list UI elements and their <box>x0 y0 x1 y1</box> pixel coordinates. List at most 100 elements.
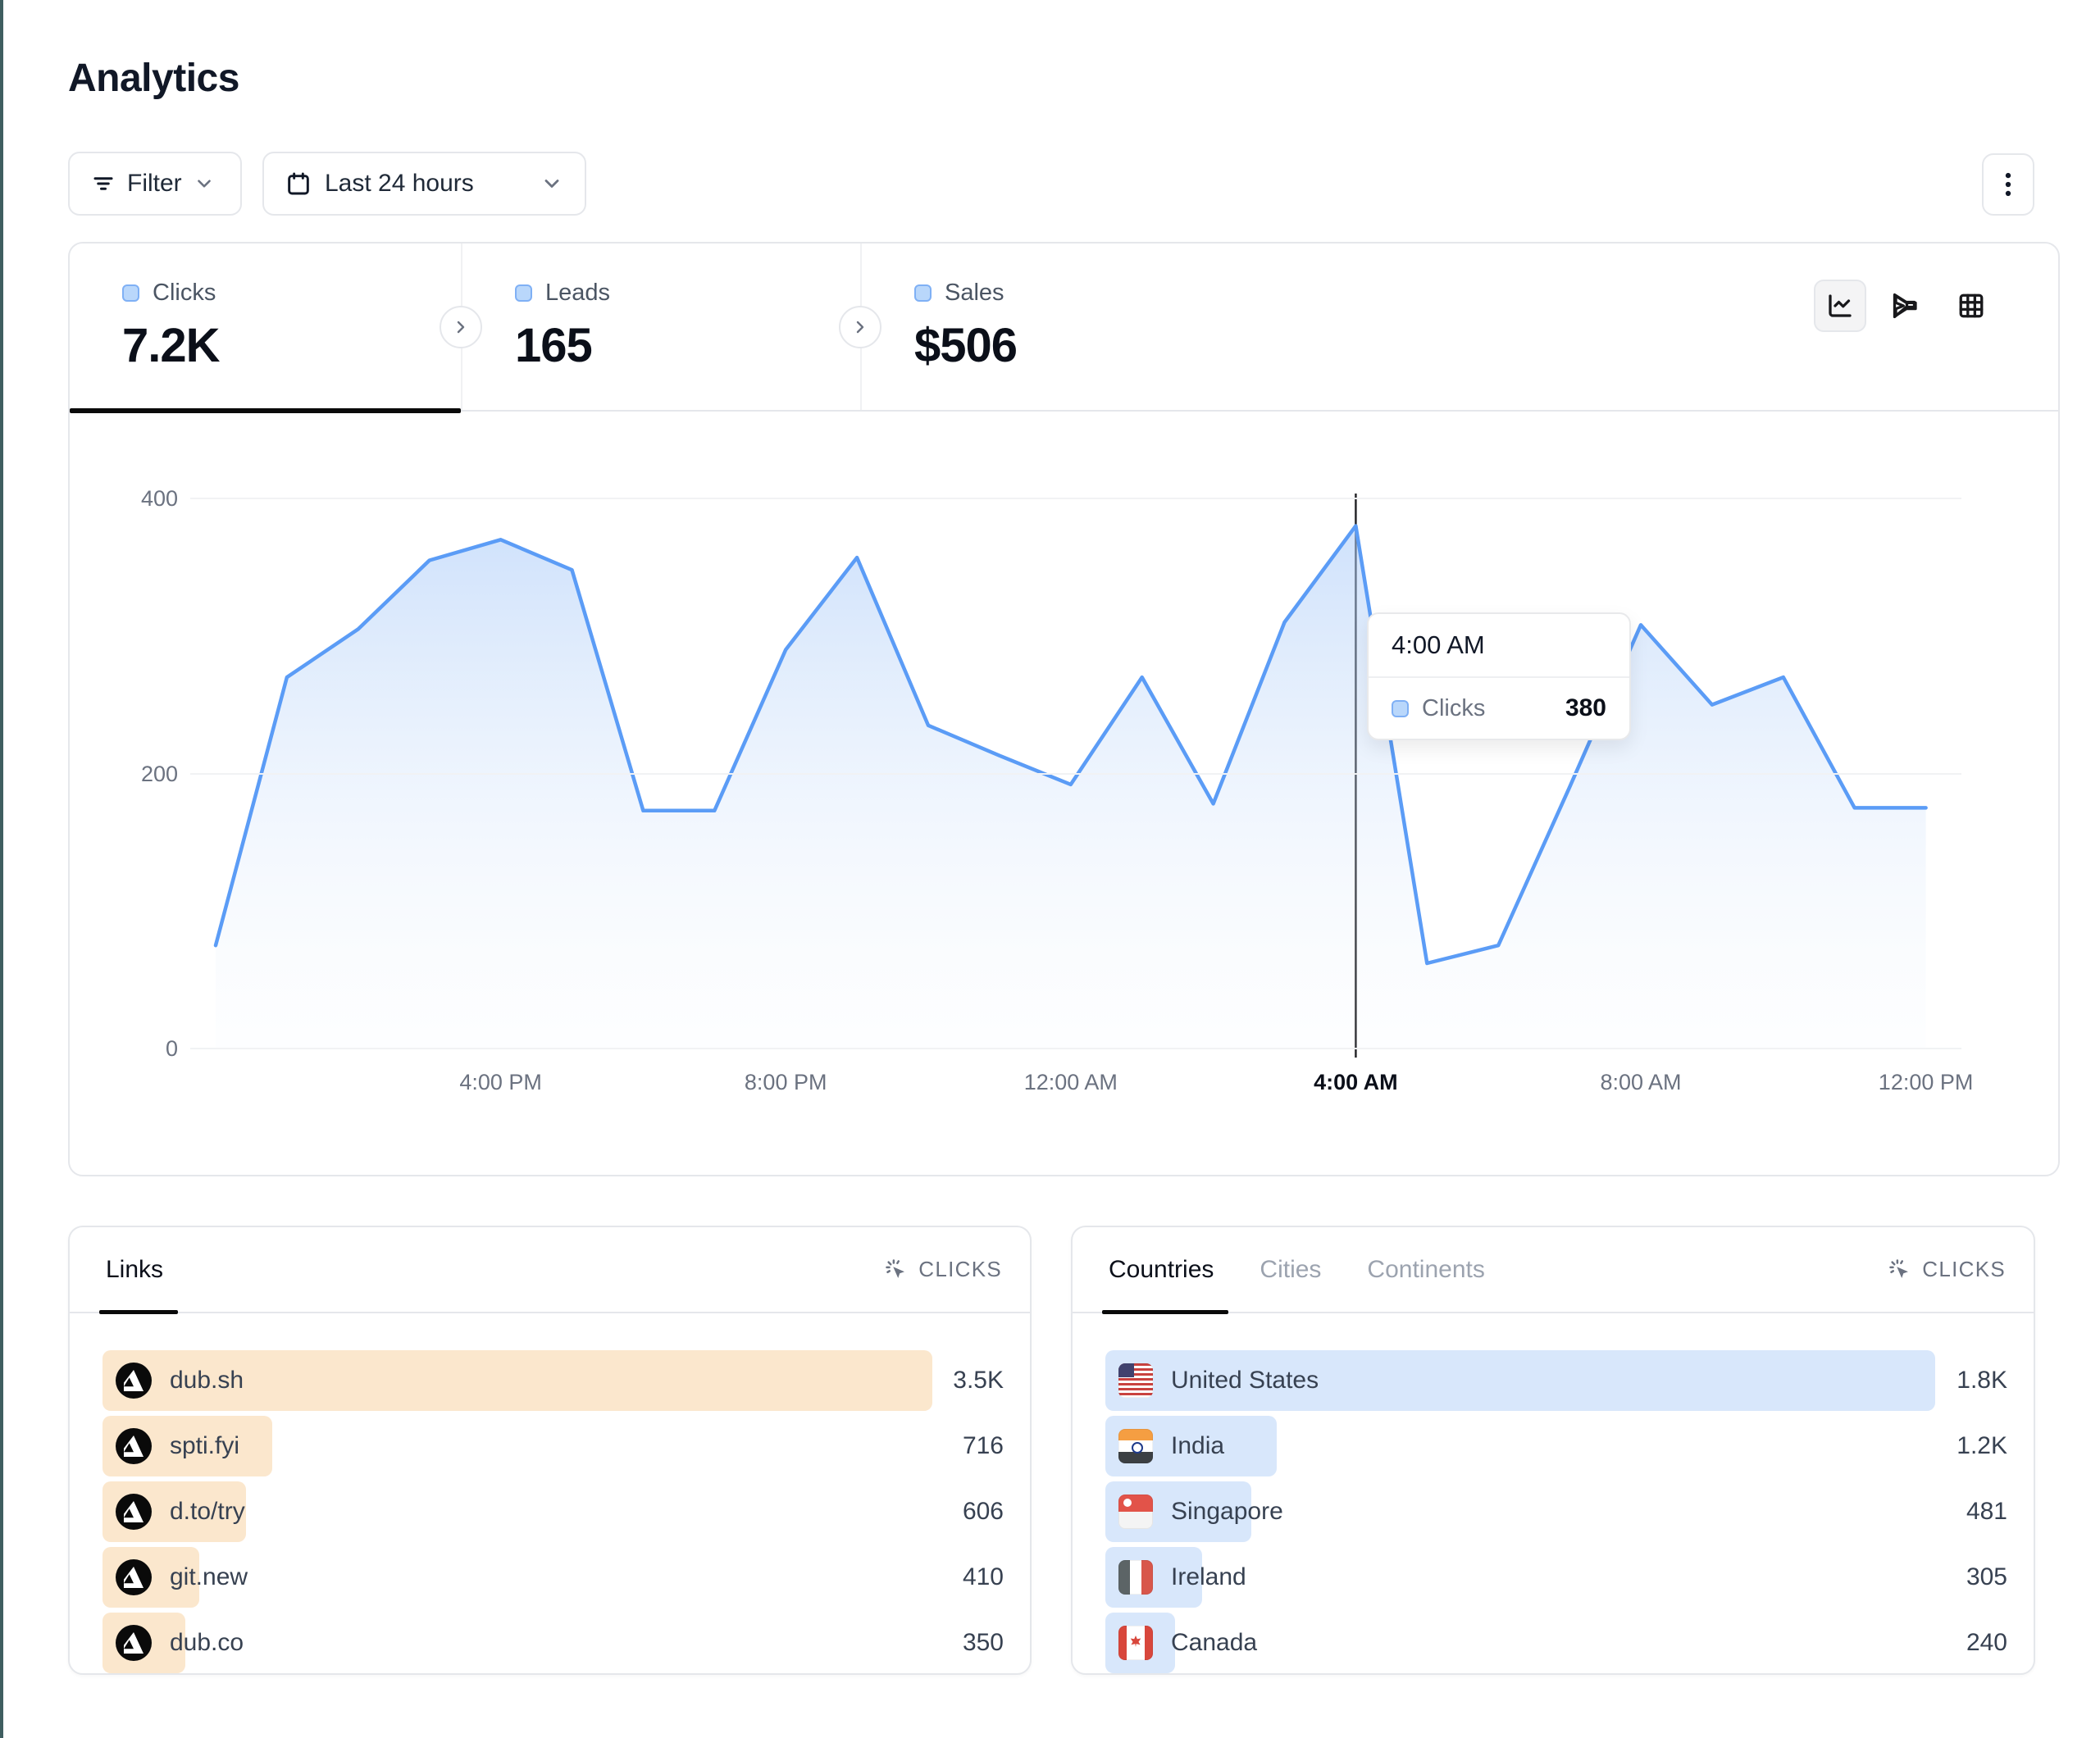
country-clicks-value: 305 <box>1966 1563 2007 1591</box>
link-label: git.new <box>170 1563 248 1591</box>
cursor-click-icon <box>884 1258 909 1282</box>
chevron-down-icon <box>194 173 215 194</box>
dub-favicon-icon <box>116 1625 152 1661</box>
tooltip-value: 380 <box>1565 694 1606 722</box>
tab-links[interactable]: Links <box>106 1227 163 1312</box>
kebab-menu-icon <box>1996 171 2020 198</box>
link-row-dub-sh[interactable]: dub.sh 3.5K <box>102 1350 1004 1411</box>
link-label: d.to/try <box>170 1498 245 1526</box>
country-label: Singapore <box>1171 1498 1283 1526</box>
line-chart-icon <box>1825 291 1855 321</box>
leads-legend-swatch-icon <box>515 284 532 302</box>
link-row-spti-fyi[interactable]: spti.fyi 716 <box>102 1416 1004 1476</box>
expand-clicks-chevron-button[interactable] <box>440 306 482 348</box>
countries-panel: Countries Cities Continents CLICKS Unite… <box>1071 1226 2035 1675</box>
table-view-button[interactable] <box>1945 280 1998 332</box>
line-chart-view-button[interactable] <box>1814 280 1866 332</box>
x-axis-label: 12:00 AM <box>1024 1070 1118 1095</box>
cursor-click-icon <box>1888 1258 1912 1282</box>
country-clicks-value: 1.8K <box>1957 1367 2007 1394</box>
countries-metric-label: CLICKS <box>1922 1257 2006 1282</box>
tab-cities[interactable]: Cities <box>1260 1227 1321 1312</box>
country-row-canada[interactable]: Canada 240 <box>1105 1613 2007 1673</box>
dub-favicon-icon <box>116 1428 152 1464</box>
tooltip-time: 4:00 AM <box>1369 614 1629 678</box>
y-axis-label: 400 <box>102 486 178 512</box>
gridline <box>190 498 1961 499</box>
x-axis-label: 8:00 AM <box>1600 1070 1681 1095</box>
tooltip-series-label: Clicks <box>1422 695 1552 722</box>
us-flag-icon <box>1118 1363 1153 1398</box>
link-row-dub-co[interactable]: dub.co 350 <box>102 1613 1004 1673</box>
x-axis-label: 4:00 PM <box>459 1070 542 1095</box>
singapore-flag-icon <box>1118 1495 1153 1529</box>
funnel-view-button[interactable] <box>1879 280 1932 332</box>
expand-leads-chevron-button[interactable] <box>839 306 881 348</box>
chart-view-toggles <box>1814 280 1998 332</box>
page-edge-accent <box>0 0 3 1738</box>
more-options-button[interactable] <box>1982 153 2034 216</box>
gridline <box>190 773 1961 775</box>
x-axis-label: 4:00 AM <box>1314 1070 1398 1095</box>
date-range-label: Last 24 hours <box>325 170 474 198</box>
country-row-singapore[interactable]: Singapore 481 <box>1105 1481 2007 1542</box>
country-label: Ireland <box>1171 1563 1246 1591</box>
tab-leads[interactable]: Leads 165 <box>461 243 860 410</box>
link-clicks-value: 716 <box>963 1432 1004 1460</box>
y-axis-label: 200 <box>102 762 178 787</box>
stat-label: Sales <box>945 280 1004 307</box>
x-axis-label: 12:00 PM <box>1879 1070 1974 1095</box>
filter-lines-icon <box>91 171 116 196</box>
link-label: dub.sh <box>170 1367 244 1394</box>
chevron-down-icon <box>540 172 563 195</box>
date-range-button[interactable]: Last 24 hours <box>262 152 586 216</box>
dub-favicon-icon <box>116 1494 152 1530</box>
links-panel: Links CLICKS dub.sh 3.5K spti.fyi 716 d.… <box>68 1226 1032 1675</box>
link-clicks-value: 350 <box>963 1629 1004 1657</box>
country-clicks-value: 481 <box>1966 1498 2007 1526</box>
canada-flag-icon <box>1118 1626 1153 1660</box>
link-row-git-new[interactable]: git.new 410 <box>102 1547 1004 1608</box>
links-metric-selector[interactable]: CLICKS <box>884 1257 1002 1282</box>
link-clicks-value: 3.5K <box>953 1367 1004 1394</box>
dub-favicon-icon <box>116 1559 152 1595</box>
dub-favicon-icon <box>116 1363 152 1399</box>
sales-legend-swatch-icon <box>914 284 932 302</box>
chevron-right-icon <box>451 317 471 337</box>
clicks-legend-swatch-icon <box>122 284 139 302</box>
country-row-ireland[interactable]: Ireland 305 <box>1105 1547 2007 1608</box>
clicks-value: 7.2K <box>122 318 461 373</box>
gridline <box>190 1048 1961 1049</box>
link-label: spti.fyi <box>170 1432 239 1460</box>
stat-label: Leads <box>545 280 610 307</box>
tab-clicks[interactable]: Clicks 7.2K <box>70 243 461 410</box>
page-title: Analytics <box>68 56 239 101</box>
active-tab-underline <box>70 408 461 413</box>
chevron-right-icon <box>850 317 870 337</box>
table-grid-icon <box>1957 291 1986 321</box>
country-clicks-value: 1.2K <box>1957 1432 2007 1460</box>
link-row-d-to-try[interactable]: d.to/try 606 <box>102 1481 1004 1542</box>
calendar-icon <box>285 171 312 197</box>
country-clicks-value: 240 <box>1966 1629 2007 1657</box>
leads-value: 165 <box>515 318 860 373</box>
links-metric-label: CLICKS <box>918 1257 1002 1282</box>
area-fill <box>216 526 1926 1049</box>
link-clicks-value: 410 <box>963 1563 1004 1591</box>
tab-countries[interactable]: Countries <box>1109 1227 1214 1312</box>
funnel-icon <box>1891 291 1920 321</box>
india-flag-icon <box>1118 1429 1153 1463</box>
country-label: Canada <box>1171 1629 1257 1657</box>
country-label: India <box>1171 1432 1224 1460</box>
country-row-india[interactable]: India 1.2K <box>1105 1416 2007 1476</box>
countries-metric-selector[interactable]: CLICKS <box>1888 1257 2006 1282</box>
y-axis-label: 0 <box>102 1036 178 1062</box>
country-row-united-states[interactable]: United States 1.8K <box>1105 1350 2007 1411</box>
tab-continents[interactable]: Continents <box>1367 1227 1484 1312</box>
link-clicks-value: 606 <box>963 1498 1004 1526</box>
filter-button[interactable]: Filter <box>68 152 242 216</box>
tooltip-legend-swatch-icon <box>1392 700 1409 717</box>
stat-tabs: Clicks 7.2K Leads 165 Sales $506 <box>70 243 2058 412</box>
ireland-flag-icon <box>1118 1560 1153 1595</box>
chart-tooltip: 4:00 AM Clicks 380 <box>1367 612 1631 740</box>
